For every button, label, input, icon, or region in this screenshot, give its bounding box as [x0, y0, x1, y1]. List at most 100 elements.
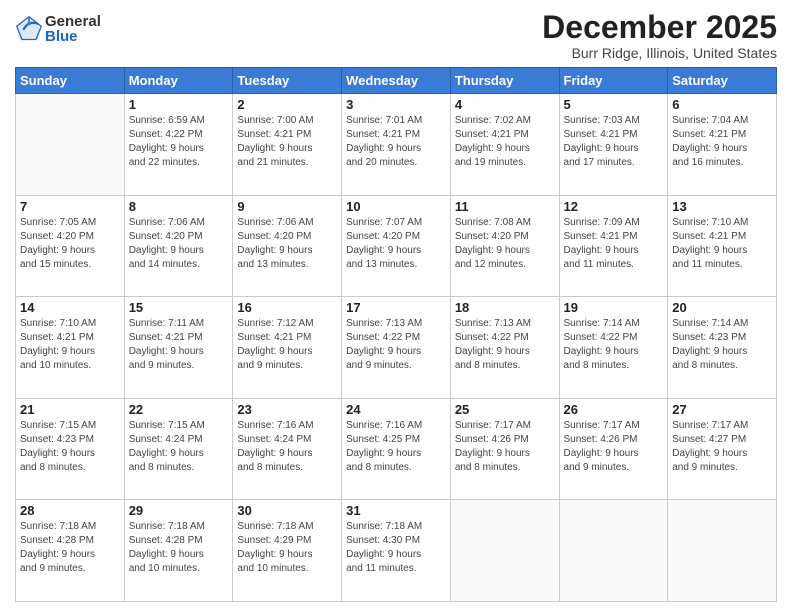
day-info: Sunrise: 7:01 AM Sunset: 4:21 PM Dayligh… [346, 114, 446, 170]
calendar-cell: 26 Sunrise: 7:17 AM Sunset: 4:26 PM Dayli… [559, 398, 668, 500]
calendar-cell: 20Sunrise: 7:14 AM Sunset: 4:23 PM Dayli… [668, 297, 777, 399]
day-number: 14 [20, 300, 120, 315]
day-number: 30 [237, 503, 337, 518]
calendar-day-header: Friday [559, 68, 668, 94]
day-number: 18 [455, 300, 555, 315]
main-title: December 2025 [542, 10, 777, 45]
day-info: Sunrise: 7:06 AM Sunset: 4:20 PM Dayligh… [129, 216, 229, 272]
day-number: 27 [672, 402, 772, 417]
calendar-cell: 23 Sunrise: 7:16 AM Sunset: 4:24 PM Dayli… [233, 398, 342, 500]
calendar-cell: 22 Sunrise: 7:15 AM Sunset: 4:24 PM Dayli… [124, 398, 233, 500]
calendar-cell: 6Sunrise: 7:04 AM Sunset: 4:21 PM Daylig… [668, 94, 777, 196]
day-number: 12 [564, 199, 664, 214]
day-number: 26 [564, 402, 664, 417]
day-info: Sunrise: 7:08 AM Sunset: 4:20 PM Dayligh… [455, 216, 555, 272]
calendar-cell: 15 Sunrise: 7:11 AM Sunset: 4:21 PM Dayli… [124, 297, 233, 399]
calendar-cell: 30 Sunrise: 7:18 AM Sunset: 4:29 PM Dayli… [233, 500, 342, 602]
logo: General Blue [15, 14, 101, 44]
calendar-cell [559, 500, 668, 602]
calendar-cell: 8 Sunrise: 7:06 AM Sunset: 4:20 PM Daylig… [124, 195, 233, 297]
calendar-cell: 4 Sunrise: 7:02 AM Sunset: 4:21 PM Daylig… [450, 94, 559, 196]
day-number: 4 [455, 97, 555, 112]
day-info: Sunrise: 7:18 AM Sunset: 4:29 PM Dayligh… [237, 520, 337, 576]
calendar-table: SundayMondayTuesdayWednesdayThursdayFrid… [15, 67, 777, 602]
logo-icon [15, 15, 43, 43]
calendar-cell [668, 500, 777, 602]
day-number: 29 [129, 503, 229, 518]
calendar-cell: 2Sunrise: 7:00 AM Sunset: 4:21 PM Daylig… [233, 94, 342, 196]
day-number: 22 [129, 402, 229, 417]
day-info: Sunrise: 7:16 AM Sunset: 4:24 PM Dayligh… [237, 419, 337, 475]
day-info: Sunrise: 7:02 AM Sunset: 4:21 PM Dayligh… [455, 114, 555, 170]
subtitle: Burr Ridge, Illinois, United States [542, 45, 777, 61]
logo-text: General Blue [45, 14, 101, 44]
calendar-week-row: 14 Sunrise: 7:10 AM Sunset: 4:21 PM Dayli… [16, 297, 777, 399]
calendar-cell [16, 94, 125, 196]
day-info: Sunrise: 7:18 AM Sunset: 4:28 PM Dayligh… [129, 520, 229, 576]
day-number: 5 [564, 97, 664, 112]
day-number: 23 [237, 402, 337, 417]
calendar-cell: 11Sunrise: 7:08 AM Sunset: 4:20 PM Dayli… [450, 195, 559, 297]
calendar-cell: 31 Sunrise: 7:18 AM Sunset: 4:30 PM Dayli… [342, 500, 451, 602]
calendar-week-row: 21 Sunrise: 7:15 AM Sunset: 4:23 PM Dayli… [16, 398, 777, 500]
calendar-cell: 1Sunrise: 6:59 AM Sunset: 4:22 PM Daylig… [124, 94, 233, 196]
calendar-cell: 10Sunrise: 7:07 AM Sunset: 4:20 PM Dayli… [342, 195, 451, 297]
calendar-week-row: 7 Sunrise: 7:05 AM Sunset: 4:20 PM Daylig… [16, 195, 777, 297]
day-info: Sunrise: 7:15 AM Sunset: 4:23 PM Dayligh… [20, 419, 120, 475]
calendar-header-row: SundayMondayTuesdayWednesdayThursdayFrid… [16, 68, 777, 94]
day-info: Sunrise: 7:14 AM Sunset: 4:23 PM Dayligh… [672, 317, 772, 373]
day-number: 19 [564, 300, 664, 315]
day-info: Sunrise: 7:12 AM Sunset: 4:21 PM Dayligh… [237, 317, 337, 373]
day-info: Sunrise: 7:05 AM Sunset: 4:20 PM Dayligh… [20, 216, 120, 272]
calendar-day-header: Sunday [16, 68, 125, 94]
calendar-cell: 3 Sunrise: 7:01 AM Sunset: 4:21 PM Daylig… [342, 94, 451, 196]
day-info: Sunrise: 7:13 AM Sunset: 4:22 PM Dayligh… [346, 317, 446, 373]
header: General Blue December 2025 Burr Ridge, I… [15, 10, 777, 61]
day-info: Sunrise: 7:18 AM Sunset: 4:30 PM Dayligh… [346, 520, 446, 576]
calendar-day-header: Saturday [668, 68, 777, 94]
day-info: Sunrise: 7:17 AM Sunset: 4:27 PM Dayligh… [672, 419, 772, 475]
calendar-cell: 27 Sunrise: 7:17 AM Sunset: 4:27 PM Dayli… [668, 398, 777, 500]
day-number: 13 [672, 199, 772, 214]
day-info: Sunrise: 7:17 AM Sunset: 4:26 PM Dayligh… [455, 419, 555, 475]
logo-blue-text: Blue [45, 29, 101, 44]
day-info: Sunrise: 7:14 AM Sunset: 4:22 PM Dayligh… [564, 317, 664, 373]
calendar-cell: 13 Sunrise: 7:10 AM Sunset: 4:21 PM Dayli… [668, 195, 777, 297]
day-info: Sunrise: 7:10 AM Sunset: 4:21 PM Dayligh… [20, 317, 120, 373]
day-info: Sunrise: 7:04 AM Sunset: 4:21 PM Dayligh… [672, 114, 772, 170]
day-number: 15 [129, 300, 229, 315]
calendar-cell: 5 Sunrise: 7:03 AM Sunset: 4:21 PM Daylig… [559, 94, 668, 196]
day-info: Sunrise: 7:17 AM Sunset: 4:26 PM Dayligh… [564, 419, 664, 475]
calendar-day-header: Monday [124, 68, 233, 94]
day-number: 16 [237, 300, 337, 315]
day-number: 28 [20, 503, 120, 518]
calendar-week-row: 28 Sunrise: 7:18 AM Sunset: 4:28 PM Dayli… [16, 500, 777, 602]
calendar-cell: 17 Sunrise: 7:13 AM Sunset: 4:22 PM Dayli… [342, 297, 451, 399]
day-info: Sunrise: 7:13 AM Sunset: 4:22 PM Dayligh… [455, 317, 555, 373]
calendar-cell: 18 Sunrise: 7:13 AM Sunset: 4:22 PM Dayli… [450, 297, 559, 399]
day-number: 8 [129, 199, 229, 214]
day-number: 3 [346, 97, 446, 112]
day-number: 25 [455, 402, 555, 417]
day-info: Sunrise: 7:09 AM Sunset: 4:21 PM Dayligh… [564, 216, 664, 272]
day-info: Sunrise: 7:00 AM Sunset: 4:21 PM Dayligh… [237, 114, 337, 170]
day-info: Sunrise: 7:06 AM Sunset: 4:20 PM Dayligh… [237, 216, 337, 272]
day-number: 21 [20, 402, 120, 417]
day-info: Sunrise: 7:10 AM Sunset: 4:21 PM Dayligh… [672, 216, 772, 272]
day-info: Sunrise: 7:11 AM Sunset: 4:21 PM Dayligh… [129, 317, 229, 373]
calendar-cell: 9Sunrise: 7:06 AM Sunset: 4:20 PM Daylig… [233, 195, 342, 297]
day-info: Sunrise: 7:18 AM Sunset: 4:28 PM Dayligh… [20, 520, 120, 576]
day-info: Sunrise: 7:03 AM Sunset: 4:21 PM Dayligh… [564, 114, 664, 170]
day-number: 24 [346, 402, 446, 417]
calendar-cell: 7 Sunrise: 7:05 AM Sunset: 4:20 PM Daylig… [16, 195, 125, 297]
day-number: 31 [346, 503, 446, 518]
day-number: 17 [346, 300, 446, 315]
calendar-cell: 25 Sunrise: 7:17 AM Sunset: 4:26 PM Dayli… [450, 398, 559, 500]
day-info: Sunrise: 7:15 AM Sunset: 4:24 PM Dayligh… [129, 419, 229, 475]
calendar-cell: 19 Sunrise: 7:14 AM Sunset: 4:22 PM Dayli… [559, 297, 668, 399]
calendar-week-row: 1Sunrise: 6:59 AM Sunset: 4:22 PM Daylig… [16, 94, 777, 196]
calendar-cell: 29 Sunrise: 7:18 AM Sunset: 4:28 PM Dayli… [124, 500, 233, 602]
day-number: 10 [346, 199, 446, 214]
day-number: 7 [20, 199, 120, 214]
calendar-cell: 16 Sunrise: 7:12 AM Sunset: 4:21 PM Dayli… [233, 297, 342, 399]
